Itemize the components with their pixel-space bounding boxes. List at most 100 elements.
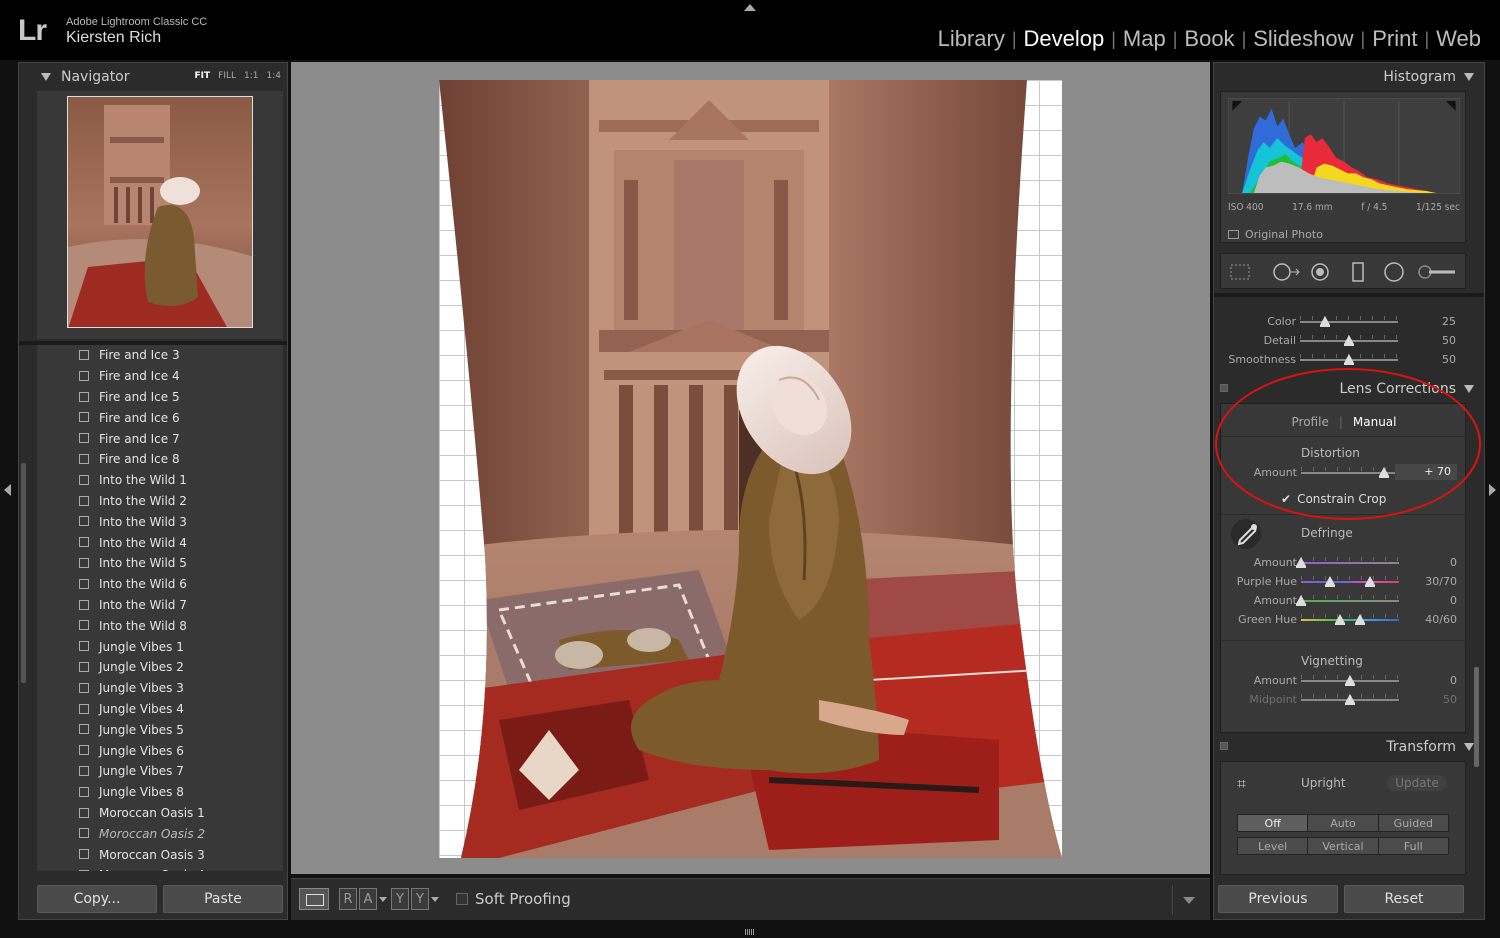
before-after-swap-button[interactable]: Y Y [391,888,429,910]
slider-thumb[interactable] [1319,316,1330,327]
preset-item[interactable]: Into the Wild 3 [37,511,283,532]
slider-value[interactable]: 50 [1442,353,1456,366]
module-print[interactable]: Print [1365,26,1424,52]
defringe-green-hue-slider[interactable]: Green Hue 40/60 [1221,611,1467,629]
collapse-triangle-icon[interactable] [1464,73,1474,81]
lens-corrections-header[interactable]: Lens Corrections [1339,381,1474,397]
transform-switch[interactable] [1220,742,1228,750]
radial-filter-tool-icon[interactable] [1383,262,1405,282]
transform-guided-crop-icon[interactable]: ⌗ [1237,774,1246,794]
histogram-header[interactable]: Histogram [1383,69,1474,85]
histogram-graph[interactable] [1228,98,1460,194]
toggle-filmstrip-icon[interactable] [745,929,755,935]
preset-item[interactable]: Jungle Vibes 7 [37,761,283,782]
left-panel-scrollbar[interactable] [21,463,26,683]
swap-dropdown-icon[interactable] [431,897,439,902]
slider-value[interactable]: 50 [1442,334,1456,347]
loupe-view-button[interactable] [299,888,329,910]
zoom-option-fit[interactable]: FIT [195,71,211,81]
spot-removal-tool-icon[interactable] [1271,262,1301,282]
image-canvas[interactable] [291,62,1210,874]
zoom-option-fill[interactable]: FILL [218,71,236,81]
slider-thumb[interactable] [1354,614,1365,625]
module-slideshow[interactable]: Slideshow [1246,26,1360,52]
constrain-crop-toggle[interactable]: ✔ Constrain Crop [1281,492,1386,506]
preset-item[interactable]: Jungle Vibes 3 [37,678,283,699]
checkmark-icon[interactable]: ✔ [1281,492,1291,506]
collapse-top-panel-icon[interactable] [744,4,756,11]
vignetting-midpoint-slider[interactable]: Midpoint 50 [1221,691,1467,709]
noise-smoothness-slider[interactable]: Smoothness 50 [1220,351,1466,369]
transform-header[interactable]: Transform [1386,739,1474,755]
slider-value[interactable]: 25 [1442,315,1456,328]
slider-thumb[interactable] [1296,595,1306,606]
update-button[interactable]: Update [1387,775,1447,791]
upright-guided-button[interactable]: Guided [1378,815,1448,831]
crop-overlay-tool-icon[interactable] [1229,262,1251,282]
preset-item[interactable]: Into the Wild 7 [37,595,283,616]
module-map[interactable]: Map [1116,26,1173,52]
preset-item[interactable]: Into the Wild 4 [37,532,283,553]
graduated-filter-tool-icon[interactable] [1347,262,1369,282]
collapse-triangle-icon[interactable] [1464,743,1474,751]
navigator-thumbnail[interactable] [67,96,253,328]
preset-item[interactable]: Into the Wild 5 [37,553,283,574]
vignetting-amount-slider[interactable]: Amount 0 [1221,672,1467,690]
upright-level-button[interactable]: Level [1238,838,1309,854]
preset-item[interactable]: Fire and Ice 3 [37,345,283,366]
slider-value[interactable]: 40/60 [1425,613,1457,626]
slider-thumb[interactable] [1344,335,1354,346]
defringe-purple-hue-slider[interactable]: Purple Hue 30/70 [1221,573,1467,591]
tab-profile[interactable]: Profile [1292,415,1329,429]
upright-full-button[interactable]: Full [1378,838,1448,854]
preset-item[interactable]: Fire and Ice 8 [37,449,283,470]
preset-item[interactable]: Fire and Ice 7 [37,428,283,449]
develop-photo[interactable] [439,80,1062,858]
preset-item[interactable]: Into the Wild 8 [37,615,283,636]
slider-thumb[interactable] [1325,576,1336,587]
slider-thumb[interactable] [1345,675,1355,686]
preset-item[interactable]: Fire and Ice 6 [37,407,283,428]
adjustment-brush-tool-icon[interactable] [1417,262,1457,282]
noise-color-slider[interactable]: Color 25 [1220,313,1466,331]
slider-value[interactable]: 30/70 [1425,575,1457,588]
preset-item[interactable]: Into the Wild 2 [37,491,283,512]
zoom-option-1-1[interactable]: 1:1 [244,71,258,81]
slider-value[interactable]: 0 [1450,594,1457,607]
slider-thumb[interactable] [1345,694,1355,705]
preset-item[interactable]: Moroccan Oasis 2 [37,823,283,844]
upright-off-button[interactable]: Off [1238,815,1309,831]
lens-corrections-switch[interactable] [1220,384,1228,392]
distortion-amount-slider[interactable]: Amount + 70 [1221,464,1467,482]
slider-thumb[interactable] [1335,614,1346,625]
slider-thumb[interactable] [1379,467,1390,478]
preset-item[interactable]: Jungle Vibes 6 [37,740,283,761]
slider-thumb[interactable] [1344,354,1354,365]
defringe-amount-slider[interactable]: Amount 0 [1221,554,1467,572]
module-develop[interactable]: Develop [1017,26,1112,52]
preset-item[interactable]: Into the Wild 1 [37,470,283,491]
preset-item[interactable]: Moroccan Oasis 1 [37,803,283,824]
toggle-right-panel-icon[interactable] [1489,484,1496,496]
module-book[interactable]: Book [1177,26,1241,52]
slider-thumb[interactable] [1296,557,1306,568]
original-photo-toggle[interactable]: Original Photo [1228,228,1323,241]
noise-detail-slider[interactable]: Detail 50 [1220,332,1466,350]
preset-item[interactable]: Jungle Vibes 2 [37,657,283,678]
preset-item[interactable]: Into the Wild 6 [37,574,283,595]
toggle-left-panel-icon[interactable] [4,484,11,496]
zoom-option-1-4[interactable]: 1:4 [267,71,281,81]
preset-item[interactable]: Jungle Vibes 5 [37,719,283,740]
previous-button[interactable]: Previous [1218,885,1338,913]
preset-item[interactable]: Moroccan Oasis 4 [37,865,283,871]
paste-button[interactable]: Paste [163,885,283,913]
module-web[interactable]: Web [1429,26,1488,52]
reset-button[interactable]: Reset [1344,885,1464,913]
slider-value[interactable]: 0 [1450,674,1457,687]
preset-item[interactable]: Jungle Vibes 1 [37,636,283,657]
before-after-button[interactable]: R A [339,888,377,910]
slider-thumb[interactable] [1364,576,1375,587]
copy-button[interactable]: Copy... [37,885,157,913]
before-after-dropdown-icon[interactable] [379,897,387,902]
soft-proofing-checkbox[interactable] [456,893,468,905]
